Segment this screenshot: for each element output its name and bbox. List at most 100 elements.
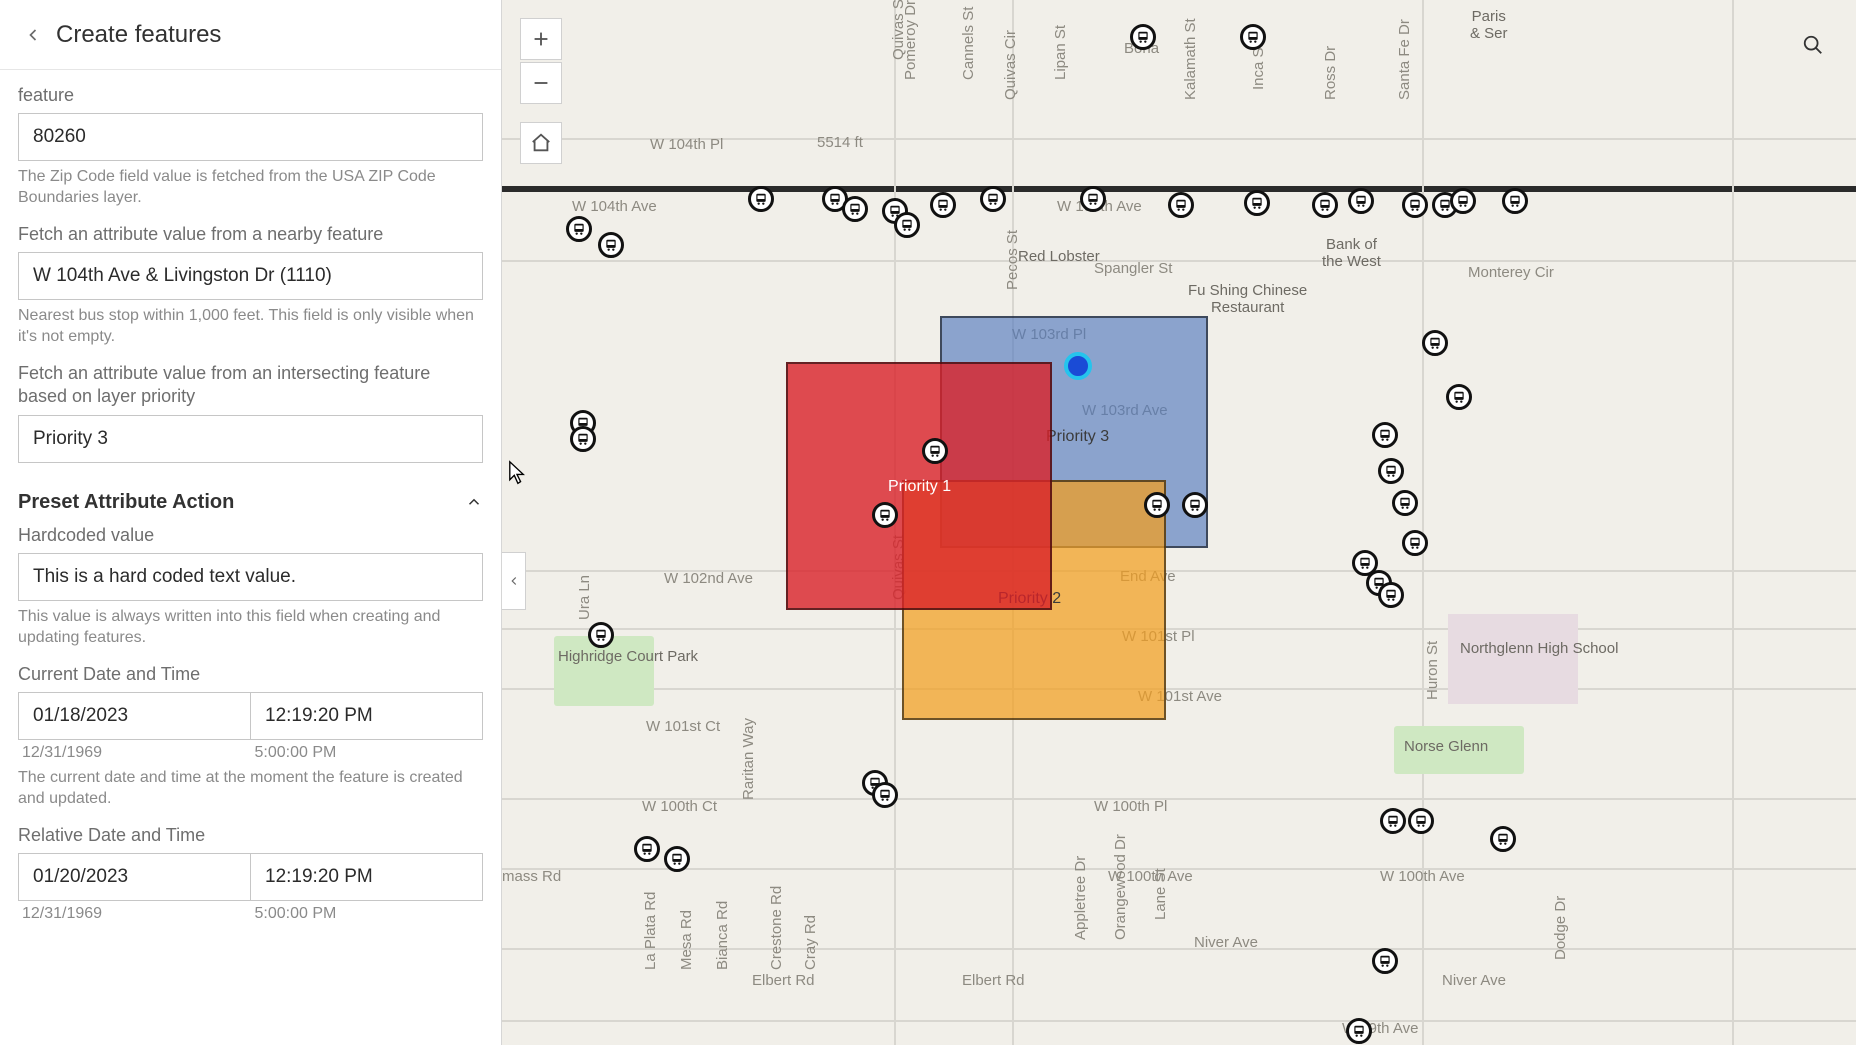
bus-stop-icon[interactable]	[1392, 490, 1418, 516]
priority-label: Fetch an attribute value from an interse…	[18, 362, 483, 409]
bus-stop-icon[interactable]	[1446, 384, 1472, 410]
bus-stop-icon[interactable]	[1450, 188, 1476, 214]
road-label: La Plata Rd	[642, 892, 659, 970]
road-label: Ross Dr	[1322, 46, 1339, 100]
bus-stop-icon[interactable]	[1408, 808, 1434, 834]
bus-stop-icon[interactable]	[1130, 24, 1156, 50]
road-label: Santa Fe Dr	[1396, 19, 1413, 100]
current-date-sub: 12/31/1969	[18, 744, 251, 762]
road-label: Elbert Rd	[752, 972, 815, 989]
relative-date-input[interactable]	[18, 853, 251, 901]
road-label: Pomeroy Dr	[902, 0, 919, 80]
road	[502, 260, 1856, 262]
zoom-in-button[interactable]	[520, 18, 562, 60]
zip-code-input[interactable]	[18, 113, 483, 161]
hardcoded-input[interactable]	[18, 553, 483, 601]
road-label: W 101st Ct	[646, 718, 720, 735]
scalebar-label: 5514 ft	[817, 134, 863, 151]
bus-stop-icon[interactable]	[588, 622, 614, 648]
bus-stop-icon[interactable]	[1348, 188, 1374, 214]
bus-stop-icon[interactable]	[1168, 192, 1194, 218]
place-label: Bank of the West	[1322, 236, 1381, 271]
bus-stop-icon[interactable]	[1490, 826, 1516, 852]
bus-stop-icon[interactable]	[1378, 582, 1404, 608]
bus-stop-icon[interactable]	[1502, 188, 1528, 214]
road-label: Bianca Rd	[714, 901, 731, 970]
bus-stop-icon[interactable]	[1378, 458, 1404, 484]
road-label: Cannels St	[960, 7, 977, 80]
current-date-input[interactable]	[18, 692, 251, 740]
road-label: Inca St	[1250, 43, 1267, 90]
poly-priority-1[interactable]: Priority 1	[786, 362, 1052, 610]
road	[502, 1020, 1856, 1022]
preset-section-header[interactable]: Preset Attribute Action	[18, 491, 483, 514]
road-label: W 100th Ave	[1380, 868, 1465, 885]
bus-stop-icon[interactable]	[1402, 192, 1428, 218]
bus-stop-icon[interactable]	[1402, 530, 1428, 556]
place-label: Fu Shing Chinese Restaurant	[1188, 282, 1307, 317]
road-label: Quivas Cir	[1002, 30, 1019, 100]
bus-stop-icon[interactable]	[1080, 186, 1106, 212]
bus-stop-icon[interactable]	[570, 426, 596, 452]
place-label: Highridge Court Park	[558, 648, 698, 665]
road-label: Orangewood Dr	[1112, 834, 1129, 940]
chevron-up-icon	[465, 493, 483, 511]
road-label: Monterey Cir	[1468, 264, 1554, 281]
bus-stop-icon[interactable]	[842, 196, 868, 222]
road-label: Cray Rd	[802, 915, 819, 970]
bus-stop-icon[interactable]	[634, 836, 660, 862]
road-label: Dodge Dr	[1552, 896, 1569, 960]
bus-stop-icon[interactable]	[1372, 422, 1398, 448]
panel-collapse-tab[interactable]	[502, 552, 526, 610]
bus-stop-icon[interactable]	[1312, 192, 1338, 218]
home-button[interactable]	[520, 122, 562, 164]
bus-stop-icon[interactable]	[922, 438, 948, 464]
create-features-panel: Create features feature The Zip Code fie…	[0, 0, 502, 1045]
bus-stop-icon[interactable]	[1372, 948, 1398, 974]
bus-stop-icon[interactable]	[1240, 24, 1266, 50]
bus-stop-icon[interactable]	[664, 846, 690, 872]
road	[1422, 0, 1424, 1045]
road-label: Lane St	[1152, 868, 1169, 920]
bus-stop-icon[interactable]	[1380, 808, 1406, 834]
place-label: Norse Glenn	[1404, 738, 1488, 755]
preset-section-title: Preset Attribute Action	[18, 491, 234, 514]
bus-stop-icon[interactable]	[1422, 330, 1448, 356]
panel-title: Create features	[56, 21, 221, 49]
bus-stop-icon[interactable]	[1144, 492, 1170, 518]
search-button[interactable]	[1792, 24, 1834, 66]
bus-stop-icon[interactable]	[894, 212, 920, 238]
bus-stop-icon[interactable]	[872, 782, 898, 808]
zip-label-fragment: feature	[18, 84, 483, 107]
road-label: Elbert Rd	[962, 972, 1025, 989]
panel-scroll[interactable]: feature The Zip Code field value is fetc…	[0, 70, 501, 1045]
bus-stop-icon[interactable]	[980, 186, 1006, 212]
zoom-out-button[interactable]	[520, 62, 562, 104]
road-label: Spangler St	[1094, 260, 1172, 277]
bus-stop-icon[interactable]	[872, 502, 898, 528]
road-label: Niver Ave	[1194, 934, 1258, 951]
bus-stop-icon[interactable]	[598, 232, 624, 258]
road-label: Niver Ave	[1442, 972, 1506, 989]
map-canvas[interactable]: W 104th Pl 5514 ft W 104th Ave W 104th A…	[502, 0, 1856, 1045]
hardcoded-hint: This value is always written into this f…	[18, 607, 483, 649]
bus-stop-icon[interactable]	[1346, 1018, 1372, 1044]
road-label: Mesa Rd	[678, 910, 695, 970]
cursor-icon	[508, 460, 526, 486]
current-time-input[interactable]	[251, 692, 483, 740]
bus-stop-icon[interactable]	[566, 216, 592, 242]
bus-stop-icon[interactable]	[748, 186, 774, 212]
road	[502, 948, 1856, 950]
nearby-input[interactable]	[18, 252, 483, 300]
relative-time-sub: 5:00:00 PM	[251, 905, 484, 923]
selected-point-marker[interactable]	[1064, 352, 1092, 380]
current-dt-hint: The current date and time at the moment …	[18, 768, 483, 810]
bus-stop-icon[interactable]	[1182, 492, 1208, 518]
back-button[interactable]	[18, 20, 48, 50]
relative-time-input[interactable]	[251, 853, 483, 901]
road-label: Kalamath St	[1182, 18, 1199, 100]
bus-stop-icon[interactable]	[1244, 190, 1270, 216]
bus-stop-icon[interactable]	[930, 192, 956, 218]
priority-input[interactable]	[18, 415, 483, 463]
road-label: W 104th Pl	[650, 136, 723, 153]
